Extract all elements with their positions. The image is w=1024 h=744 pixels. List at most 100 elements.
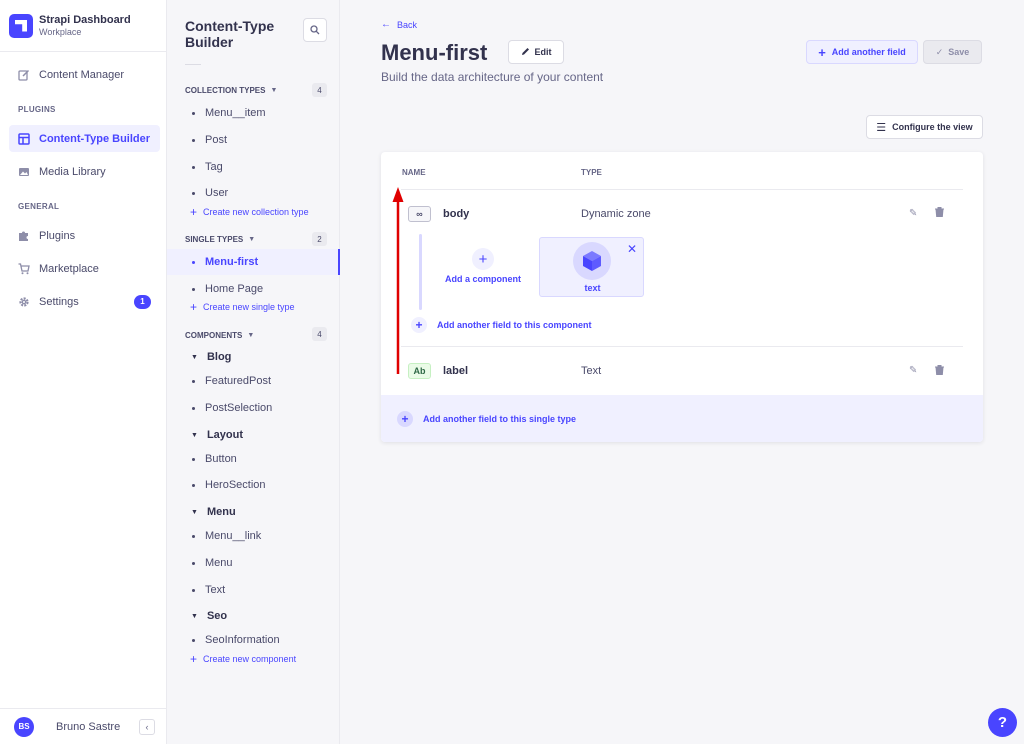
- subnav-item-button[interactable]: Button: [167, 446, 340, 472]
- help-button[interactable]: ?: [988, 708, 1017, 737]
- search-button[interactable]: [303, 18, 327, 42]
- bullet: [192, 588, 195, 592]
- subnav-item-label: HeroSection: [205, 479, 266, 491]
- nav-item-content-type-builder[interactable]: Content-Type Builder: [9, 125, 160, 152]
- subnav-item-label: Menu__link: [205, 530, 262, 542]
- back-label: Back: [397, 19, 418, 30]
- add-field-to-single-type-button[interactable]: + Add another field to this single type: [381, 395, 983, 442]
- cube-icon: [573, 242, 611, 280]
- subnav-item-postselection[interactable]: PostSelection: [167, 395, 340, 421]
- back-link[interactable]: ← Back: [381, 19, 417, 30]
- plus-icon: +: [190, 204, 198, 219]
- subnav-title: Content-Type Builder: [185, 18, 275, 50]
- pencil-icon[interactable]: ✎: [909, 208, 917, 219]
- component-name: text: [584, 283, 601, 293]
- component-group-menu[interactable]: ▼ Menu: [167, 499, 340, 525]
- subnav-item-label: User: [205, 187, 229, 199]
- close-icon[interactable]: ✕: [627, 242, 637, 256]
- component-group-blog[interactable]: ▼ Blog: [167, 344, 340, 370]
- nav-section-general: GENERAL: [18, 202, 60, 211]
- bullet: [192, 287, 195, 291]
- link-label: Create new single type: [203, 302, 295, 312]
- divider: [401, 346, 963, 347]
- nav-item-label: Plugins: [39, 229, 76, 242]
- component-group-seo[interactable]: ▼ Seo: [167, 603, 340, 629]
- bullet: [192, 111, 195, 115]
- red-arrow-annotation: [392, 187, 404, 374]
- create-component-link[interactable]: + Create new component: [190, 653, 296, 665]
- configure-view-button[interactable]: ☰ Configure the view: [866, 115, 983, 139]
- subnav-item-label: Post: [205, 134, 228, 146]
- subnav-item-label: FeaturedPost: [205, 375, 272, 387]
- add-component-button[interactable]: + Add a component: [443, 248, 523, 284]
- field-type: Text: [581, 365, 602, 377]
- collapse-nav-button[interactable]: ‹: [139, 718, 155, 735]
- subnav-item-menu-item[interactable]: Menu__item: [167, 100, 340, 126]
- single-types-count: 2: [312, 232, 327, 246]
- subnav-item-featuredpost[interactable]: FeaturedPost: [167, 368, 340, 394]
- user-menu[interactable]: BS Bruno Sastre ‹: [0, 708, 167, 744]
- section-collection-types[interactable]: COLLECTION TYPES ▼: [185, 86, 277, 95]
- add-field-to-component-button[interactable]: + Add another field to this component: [411, 317, 592, 333]
- add-another-field-button[interactable]: + Add another field: [806, 40, 918, 64]
- bullet: [192, 191, 195, 195]
- nav-item-marketplace[interactable]: Marketplace: [9, 255, 160, 282]
- cart-icon: [18, 262, 30, 275]
- subnav-item-tag[interactable]: Tag: [167, 154, 340, 180]
- subnav-item-text[interactable]: Text: [167, 577, 340, 603]
- section-label: COMPONENTS: [185, 331, 243, 340]
- subnav-item-post[interactable]: Post: [167, 127, 340, 153]
- pencil-icon[interactable]: ✎: [909, 365, 917, 376]
- plus-icon: +: [397, 410, 413, 427]
- subnav-item-menu-first[interactable]: Menu-first: [167, 249, 340, 275]
- group-label: Layout: [206, 429, 243, 441]
- caret-down-icon: ▼: [191, 353, 198, 361]
- nav-item-media-library[interactable]: Media Library: [9, 158, 160, 185]
- subnav-item-home-page[interactable]: Home Page: [167, 276, 340, 302]
- component-group-layout[interactable]: ▼ Layout: [167, 422, 340, 448]
- gear-icon: [18, 296, 30, 308]
- bullet: [192, 379, 195, 383]
- edit-button[interactable]: Edit: [508, 40, 564, 64]
- nav-item-plugins[interactable]: Plugins: [9, 222, 160, 249]
- bullet: [192, 638, 195, 642]
- section-label: COLLECTION TYPES: [185, 86, 266, 95]
- nav-item-label: Settings: [39, 295, 79, 308]
- subnav-item-seoinformation[interactable]: SeoInformation: [167, 627, 340, 653]
- nav-item-content-manager[interactable]: Content Manager: [9, 61, 160, 88]
- arrow-left-icon: ←: [381, 19, 391, 30]
- create-collection-type-link[interactable]: + Create new collection type: [190, 204, 309, 219]
- subnav-item-label: Menu: [205, 557, 233, 569]
- search-icon: [310, 25, 320, 35]
- plus-icon: +: [472, 248, 494, 270]
- plus-icon: +: [411, 317, 427, 333]
- link-label: Create new collection type: [203, 207, 309, 217]
- button-label: Add another field to this component: [437, 320, 592, 330]
- trash-icon[interactable]: [935, 365, 944, 378]
- section-single-types[interactable]: SINGLE TYPES ▼: [185, 235, 255, 244]
- subnav-item-herosection[interactable]: HeroSection: [167, 472, 340, 498]
- image-icon: [18, 166, 30, 178]
- main-nav: Strapi Dashboard Workplace Content Manag…: [0, 0, 167, 744]
- group-label: Seo: [206, 610, 228, 622]
- caret-down-icon: ▼: [191, 431, 198, 439]
- components-count: 4: [312, 327, 327, 341]
- nav-item-settings[interactable]: Settings 1: [9, 288, 160, 315]
- save-button[interactable]: ✓ Save: [923, 40, 982, 64]
- subnav-item-menu[interactable]: Menu: [167, 550, 340, 576]
- bullet: [192, 483, 195, 487]
- brand[interactable]: Strapi Dashboard Workplace: [0, 0, 166, 52]
- field-type: Dynamic zone: [581, 208, 651, 220]
- trash-icon[interactable]: [935, 207, 944, 220]
- component-card[interactable]: text ✕: [539, 237, 644, 297]
- subnav-item-menu-link[interactable]: Menu__link: [167, 523, 340, 549]
- collection-types-count: 4: [312, 83, 327, 97]
- subnav-item-label: Button: [205, 453, 237, 465]
- create-single-type-link[interactable]: + Create new single type: [190, 301, 295, 313]
- page-subtitle: Build the data architecture of your cont…: [381, 70, 604, 84]
- avatar: BS: [14, 716, 34, 737]
- divider: [401, 189, 963, 190]
- section-components[interactable]: COMPONENTS ▼: [185, 331, 254, 340]
- section-label: SINGLE TYPES: [185, 235, 244, 244]
- subnav-item-user[interactable]: User: [167, 180, 340, 206]
